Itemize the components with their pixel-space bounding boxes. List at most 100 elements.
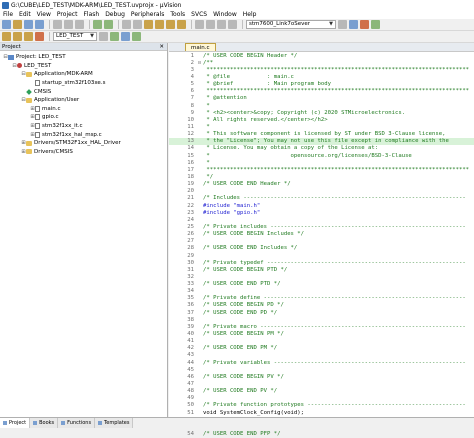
code-line[interactable]: 38 (169, 316, 474, 323)
menu-window[interactable]: Window (213, 11, 237, 18)
rebuild-icon[interactable] (24, 32, 33, 41)
open-folder-icon[interactable] (13, 20, 22, 29)
code-line[interactable]: 34 (169, 288, 474, 295)
code-line[interactable]: 39 /* Private macro ---------------------… (169, 323, 474, 330)
target-combo[interactable]: LED_TEST ▼ (53, 32, 97, 41)
debug-session-icon[interactable] (360, 20, 369, 29)
comment-icon[interactable] (217, 20, 226, 29)
tree-node[interactable]: ⊞ main.c (0, 105, 167, 114)
tree-node[interactable]: startup_stm32f103xe.s (0, 79, 167, 88)
new-file-icon[interactable] (2, 20, 11, 29)
code-line[interactable]: 36 /* USER CODE BEGIN PD */ (169, 302, 474, 309)
code-line[interactable]: 7 * @attention (169, 95, 474, 102)
menu-tools[interactable]: Tools (170, 11, 185, 18)
paste-icon[interactable] (75, 20, 84, 29)
save-icon[interactable] (24, 20, 33, 29)
code-line[interactable]: 22 #include "main.h" (169, 202, 474, 209)
find-combo[interactable]: stm7600_Link7oSever ▼ (246, 20, 336, 29)
tree-node[interactable]: ⊞ Drivers/CMSIS (0, 148, 167, 157)
code-line[interactable]: 19 /* USER CODE END Header */ (169, 181, 474, 188)
bookmark-clear-icon[interactable] (177, 20, 186, 29)
tree-node[interactable]: ⊟ Project: LED_TEST (0, 53, 167, 62)
menu-view[interactable]: View (37, 11, 51, 18)
code-line[interactable]: 44 /* Private variables -----------------… (169, 359, 474, 366)
code-line[interactable]: 40 /* USER CODE BEGIN PM */ (169, 330, 474, 337)
undo-icon[interactable] (93, 20, 102, 29)
tree-node[interactable]: ⊞ gpio.c (0, 113, 167, 122)
code-line[interactable]: 27 (169, 238, 474, 245)
target-options-icon[interactable] (99, 32, 108, 41)
uncomment-icon[interactable] (228, 20, 237, 29)
code-line[interactable]: 35 /* Private define --------------------… (169, 295, 474, 302)
code-line[interactable]: 47 (169, 380, 474, 387)
tab-functions[interactable]: Functions (58, 418, 96, 428)
tree-node[interactable]: ⊟ Application/MDK-ARM (0, 70, 167, 79)
code-line[interactable]: 54 /* USER CODE END PFP */ (169, 430, 474, 437)
code-line[interactable]: 20 (169, 188, 474, 195)
code-line[interactable]: 28 /* USER CODE END Includes */ (169, 245, 474, 252)
find-icon[interactable] (349, 20, 358, 29)
code-line[interactable]: 10 * All rights reserved.</center></h2> (169, 116, 474, 123)
menu-flash[interactable]: Flash (83, 11, 99, 18)
code-line[interactable]: 23 #include "gpio.h" (169, 209, 474, 216)
code-line[interactable]: 5 * @brief : Main program body (169, 81, 474, 88)
copy-icon[interactable] (64, 20, 73, 29)
tab-templates[interactable]: Templates (95, 418, 134, 428)
code-line[interactable]: 8 * (169, 102, 474, 109)
close-icon[interactable]: ✕ (159, 44, 164, 50)
tree-node[interactable]: ⊞ stm32f1xx_hal_msp.c (0, 130, 167, 139)
code-line[interactable]: 15 * opensource.org/licenses/BSD-3-Claus… (169, 152, 474, 159)
configure-icon[interactable] (371, 20, 380, 29)
code-line[interactable]: 24 (169, 216, 474, 223)
code-line[interactable]: 3 **************************************… (169, 66, 474, 73)
code-line[interactable]: 18 */ (169, 173, 474, 180)
tab-books[interactable]: Books (30, 418, 59, 428)
code-line[interactable]: 14 * License. You may obtain a copy of t… (169, 145, 474, 152)
code-line[interactable]: 43 (169, 352, 474, 359)
code-line[interactable]: 9 * <h2><center>&copy; Copyright (c) 202… (169, 109, 474, 116)
code-line[interactable]: 33 /* USER CODE END PTD */ (169, 281, 474, 288)
menu-peripherals[interactable]: Peripherals (131, 11, 164, 18)
code-line[interactable]: 11 * (169, 123, 474, 130)
translate-icon[interactable] (2, 32, 11, 41)
code-line[interactable]: 26 /* USER CODE BEGIN Includes */ (169, 231, 474, 238)
code-line[interactable]: 45 (169, 366, 474, 373)
build-icon[interactable] (13, 32, 22, 41)
code-line[interactable]: 37 /* USER CODE END PD */ (169, 309, 474, 316)
menu-project[interactable]: Project (57, 11, 78, 18)
run-time-env-icon[interactable] (132, 32, 141, 41)
code-area[interactable]: 1/* USER CODE BEGIN Header */2 ⊟/** 3 ****… (169, 52, 474, 438)
code-line[interactable]: 46 /* USER CODE BEGIN PV */ (169, 373, 474, 380)
tree-node[interactable]: ⊟ Application/User (0, 96, 167, 105)
code-line[interactable]: 13 * the "License"; You may not use this… (169, 137, 474, 145)
code-line[interactable]: 6 **************************************… (169, 88, 474, 95)
code-line[interactable]: 32 (169, 273, 474, 280)
code-line[interactable]: 29 (169, 252, 474, 259)
menu-debug[interactable]: Debug (105, 11, 125, 18)
bookmark-icon[interactable] (144, 20, 153, 29)
tree-node[interactable]: ⊟ LED_TEST (0, 62, 167, 71)
code-line[interactable]: 31 /* USER CODE BEGIN PTD */ (169, 266, 474, 273)
fold-marker[interactable]: ⊟ (196, 60, 203, 66)
code-line[interactable]: 49 (169, 395, 474, 402)
nav-back-icon[interactable] (122, 20, 131, 29)
tree-node[interactable]: ⊞ Drivers/STM32F1xx_HAL_Driver (0, 139, 167, 148)
cut-icon[interactable] (53, 20, 62, 29)
pack-installer-icon[interactable] (121, 32, 130, 41)
code-line[interactable]: 1 /* USER CODE BEGIN Header */ (169, 52, 474, 59)
code-line[interactable]: 4 * @file : main.c (169, 73, 474, 80)
code-line[interactable]: 42 /* USER CODE END PM */ (169, 345, 474, 352)
code-line[interactable]: 50 /* Private function prototypes -------… (169, 402, 474, 409)
code-line[interactable]: 16 * (169, 159, 474, 166)
bookmark-next-icon[interactable] (166, 20, 175, 29)
menu-svcs[interactable]: SVCS (191, 11, 207, 18)
save-all-icon[interactable] (35, 20, 44, 29)
download-icon[interactable] (35, 32, 44, 41)
code-line[interactable]: 48 /* USER CODE END PV */ (169, 388, 474, 395)
menu-edit[interactable]: Edit (19, 11, 31, 18)
bookmark-prev-icon[interactable] (155, 20, 164, 29)
code-line[interactable]: 21 /* Includes --------------------------… (169, 195, 474, 202)
code-line[interactable]: 51 void SystemClock_Config(void); (169, 409, 474, 416)
menu-help[interactable]: Help (243, 11, 257, 18)
code-line[interactable]: 30 /* Private typedef -------------------… (169, 259, 474, 266)
